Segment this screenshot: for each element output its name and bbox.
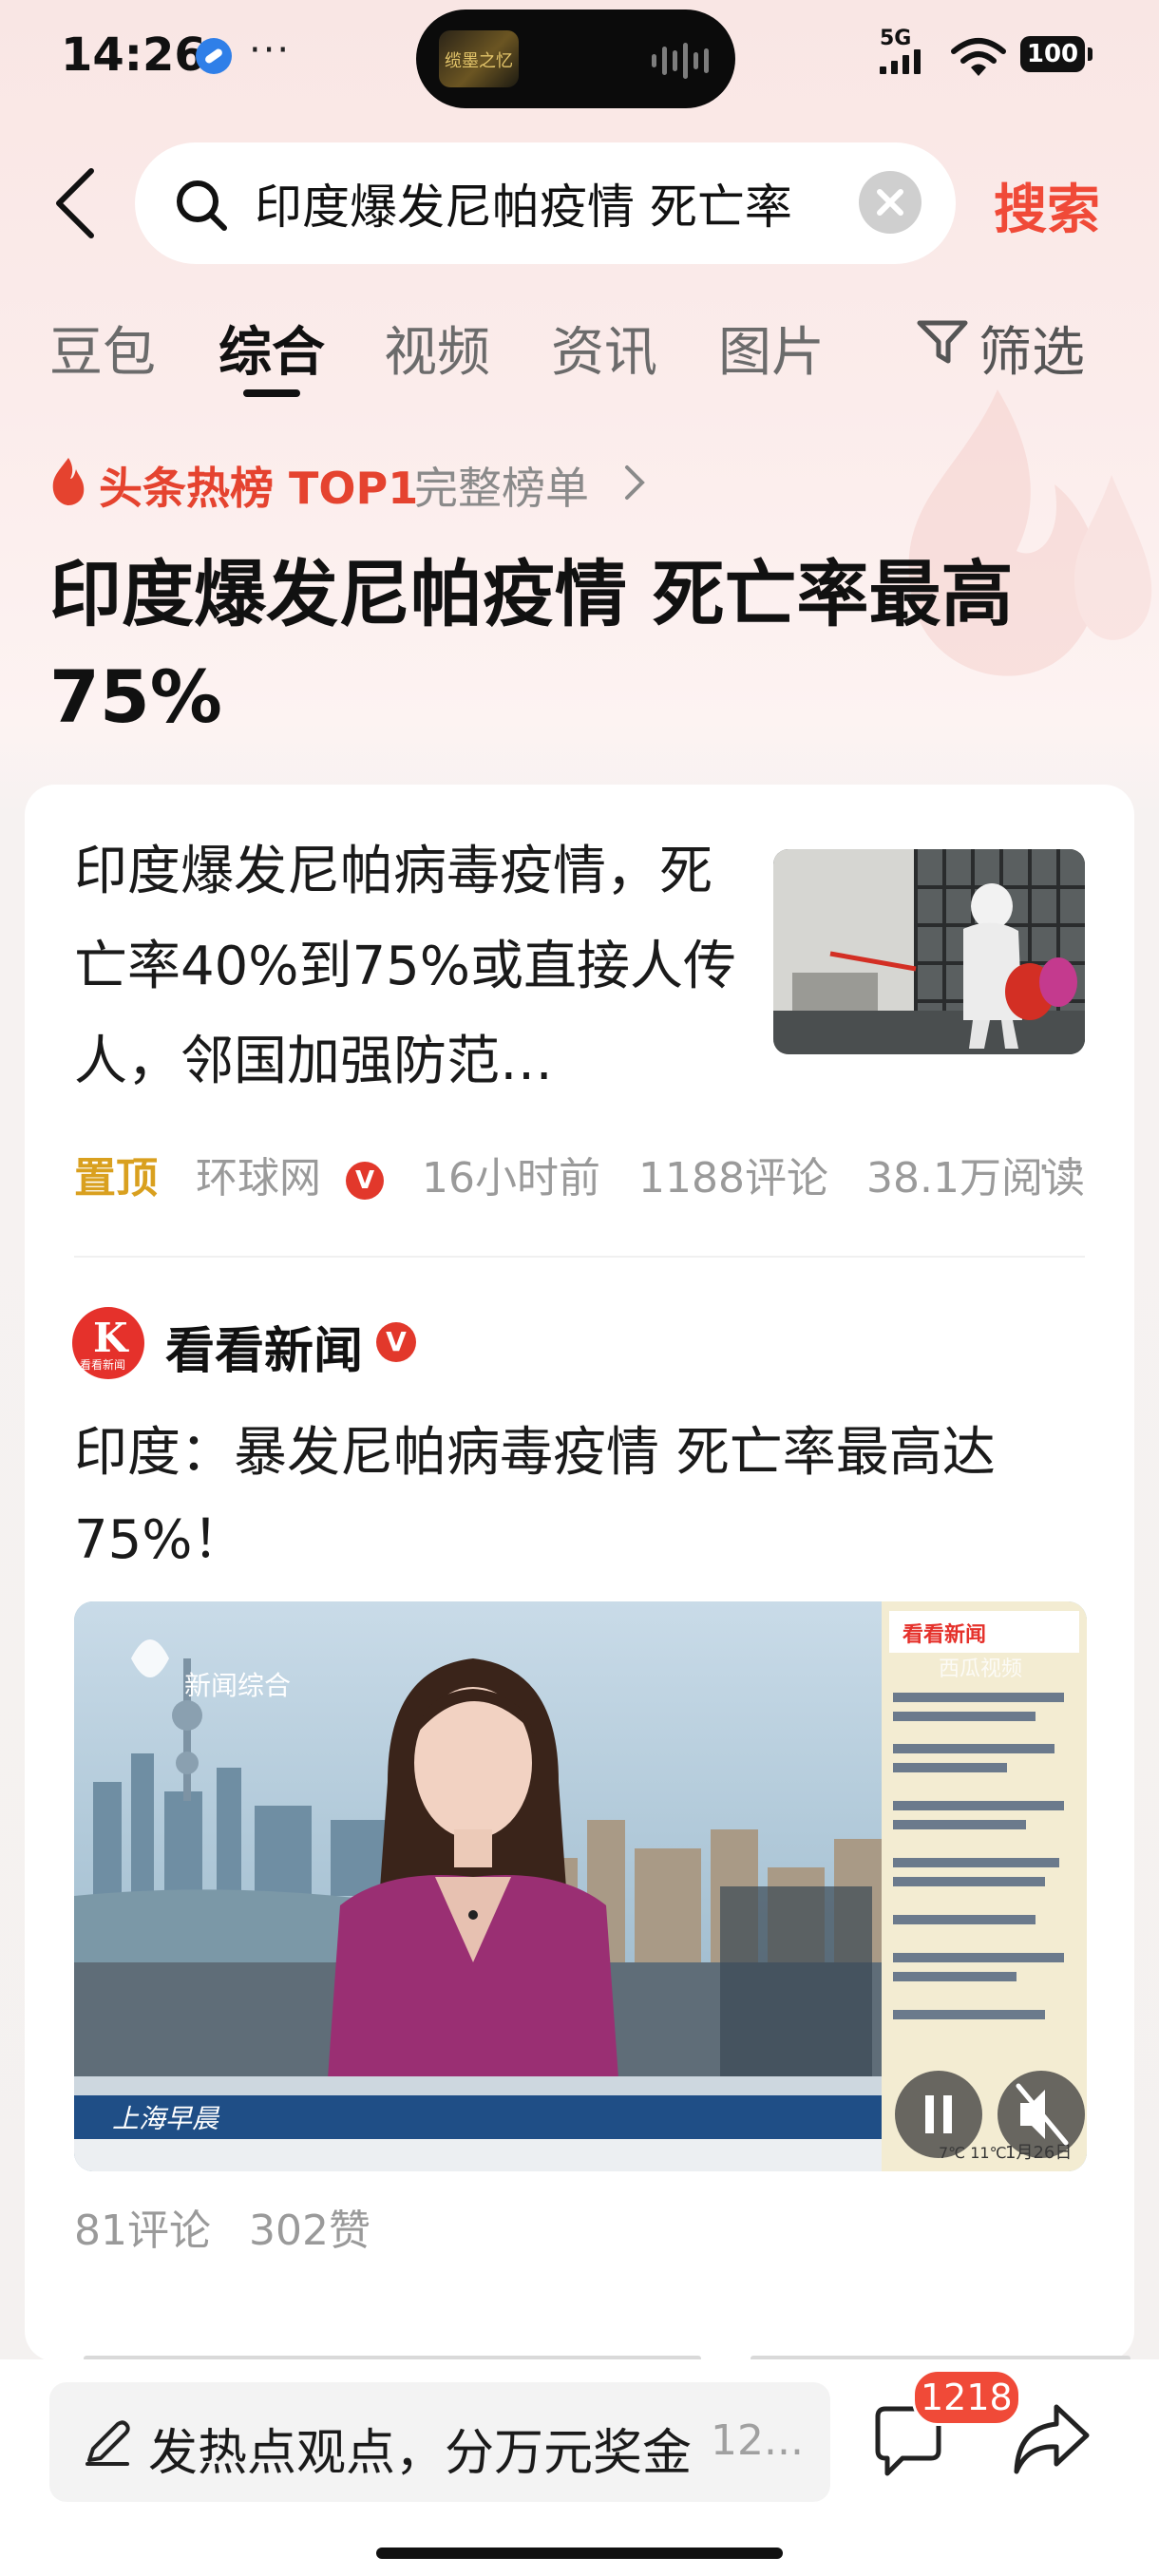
comment-input[interactable]: 发热点观点，分万元奖金 12... bbox=[49, 2382, 830, 2502]
channel-logo: 新闻综合 bbox=[184, 1670, 291, 1701]
verified-badge: V bbox=[376, 1322, 416, 1362]
comment-prompt-suffix: 12... bbox=[711, 2416, 804, 2465]
media-thumbnail: 缆墨之忆 bbox=[439, 30, 519, 87]
video-watermark: 西瓜视频 bbox=[939, 1657, 1022, 1681]
hot-rank-label: 头条热榜 TOP1 bbox=[99, 463, 419, 514]
wifi-icon bbox=[951, 38, 1006, 76]
pinned-label: 置顶 bbox=[74, 1154, 158, 1203]
search-input[interactable] bbox=[255, 171, 834, 236]
search-button[interactable]: 搜索 bbox=[994, 167, 1100, 244]
source-logo: K bbox=[93, 1315, 128, 1361]
filter-button[interactable]: 筛选 bbox=[916, 310, 1085, 387]
results-card: 印度爆发尼帕病毒疫情，死亡率40%到75%或直接人传人，邻国加强防范… 置顶 环… bbox=[25, 785, 1134, 2361]
article-meta: 置顶 环球网 V 16小时前 1188评论 38.1万阅读 bbox=[74, 1144, 1110, 1204]
share-icon[interactable] bbox=[1011, 2399, 1092, 2477]
full-list-link[interactable]: 完整榜单 bbox=[414, 454, 589, 517]
active-tab-indicator bbox=[243, 389, 300, 397]
search-icon bbox=[177, 180, 227, 231]
article-thumbnail[interactable] bbox=[773, 849, 1085, 1054]
home-indicator[interactable] bbox=[376, 2548, 783, 2559]
verified-badge: V bbox=[346, 1162, 384, 1200]
network-type: 5G bbox=[880, 27, 912, 50]
play-pause-icon[interactable] bbox=[895, 2071, 982, 2158]
video-stats: 81评论 302赞 bbox=[74, 2196, 395, 2257]
battery-indicator: 100 bbox=[1020, 36, 1092, 72]
tab-news[interactable]: 资讯 bbox=[551, 310, 657, 387]
audio-wave-icon bbox=[652, 42, 709, 80]
more-notifications-icon: ··· bbox=[249, 28, 292, 72]
tab-doubao[interactable]: 豆包 bbox=[49, 310, 156, 387]
comment-prompt: 发热点观点，分万元奖金 bbox=[148, 2425, 693, 2482]
tab-images[interactable]: 图片 bbox=[718, 310, 825, 387]
video-title[interactable]: 印度：暴发尼帕病毒疫情 死亡率最高达75%！ bbox=[74, 1410, 1110, 1584]
article-comments: 1188评论 bbox=[638, 1154, 828, 1203]
source-avatar[interactable]: K 看看新闻 bbox=[72, 1307, 144, 1379]
flame-icon bbox=[52, 458, 85, 505]
article-title[interactable]: 印度爆发尼帕病毒疫情，死亡率40%到75%或直接人传人，邻国加强防范… bbox=[74, 824, 739, 1109]
chevron-right-icon[interactable] bbox=[623, 464, 646, 502]
video-likes: 302赞 bbox=[249, 2207, 370, 2255]
filter-label: 筛选 bbox=[978, 322, 1085, 384]
article-time: 16小时前 bbox=[422, 1154, 600, 1203]
source-logo-subtitle: 看看新闻 bbox=[80, 1358, 126, 1372]
chat-header: 看看新闻 bbox=[902, 1622, 986, 1647]
source-name[interactable]: 看看新闻 bbox=[165, 1311, 363, 1382]
article-source[interactable]: 环球网 bbox=[196, 1154, 321, 1203]
video-player[interactable]: 新闻综合 上海早晨 看看新闻 西瓜视频 7℃ 11℃ bbox=[74, 1601, 1087, 2171]
video-comments: 81评论 bbox=[74, 2207, 211, 2255]
filter-icon bbox=[917, 320, 968, 364]
page-headline: 印度爆发尼帕疫情 死亡率最高75% bbox=[49, 552, 1014, 739]
back-icon[interactable] bbox=[49, 165, 103, 241]
program-name: 上海早晨 bbox=[112, 2103, 220, 2134]
pen-icon bbox=[86, 2420, 130, 2466]
search-box[interactable] bbox=[135, 142, 956, 264]
tab-general[interactable]: 综合 bbox=[218, 310, 325, 387]
bottom-bar: 发热点观点，分万元奖金 12... 1218 bbox=[0, 2359, 1159, 2576]
divider bbox=[74, 1256, 1085, 1258]
dynamic-island[interactable]: 缆墨之忆 bbox=[416, 9, 735, 108]
tab-video[interactable]: 视频 bbox=[384, 310, 490, 387]
comment-count-badge: 1218 bbox=[912, 2369, 1021, 2426]
signal-icon bbox=[880, 49, 921, 74]
app-notification-icon bbox=[196, 38, 232, 74]
status-bar: 14:26 ··· 缆墨之忆 5G 100 bbox=[0, 0, 1159, 114]
status-time: 14:26 bbox=[61, 28, 206, 82]
mute-icon[interactable] bbox=[998, 2071, 1085, 2158]
media-title: 缆墨之忆 bbox=[445, 51, 513, 71]
more-icon[interactable]: ··· bbox=[1037, 1144, 1089, 1192]
clear-icon[interactable] bbox=[859, 171, 922, 234]
